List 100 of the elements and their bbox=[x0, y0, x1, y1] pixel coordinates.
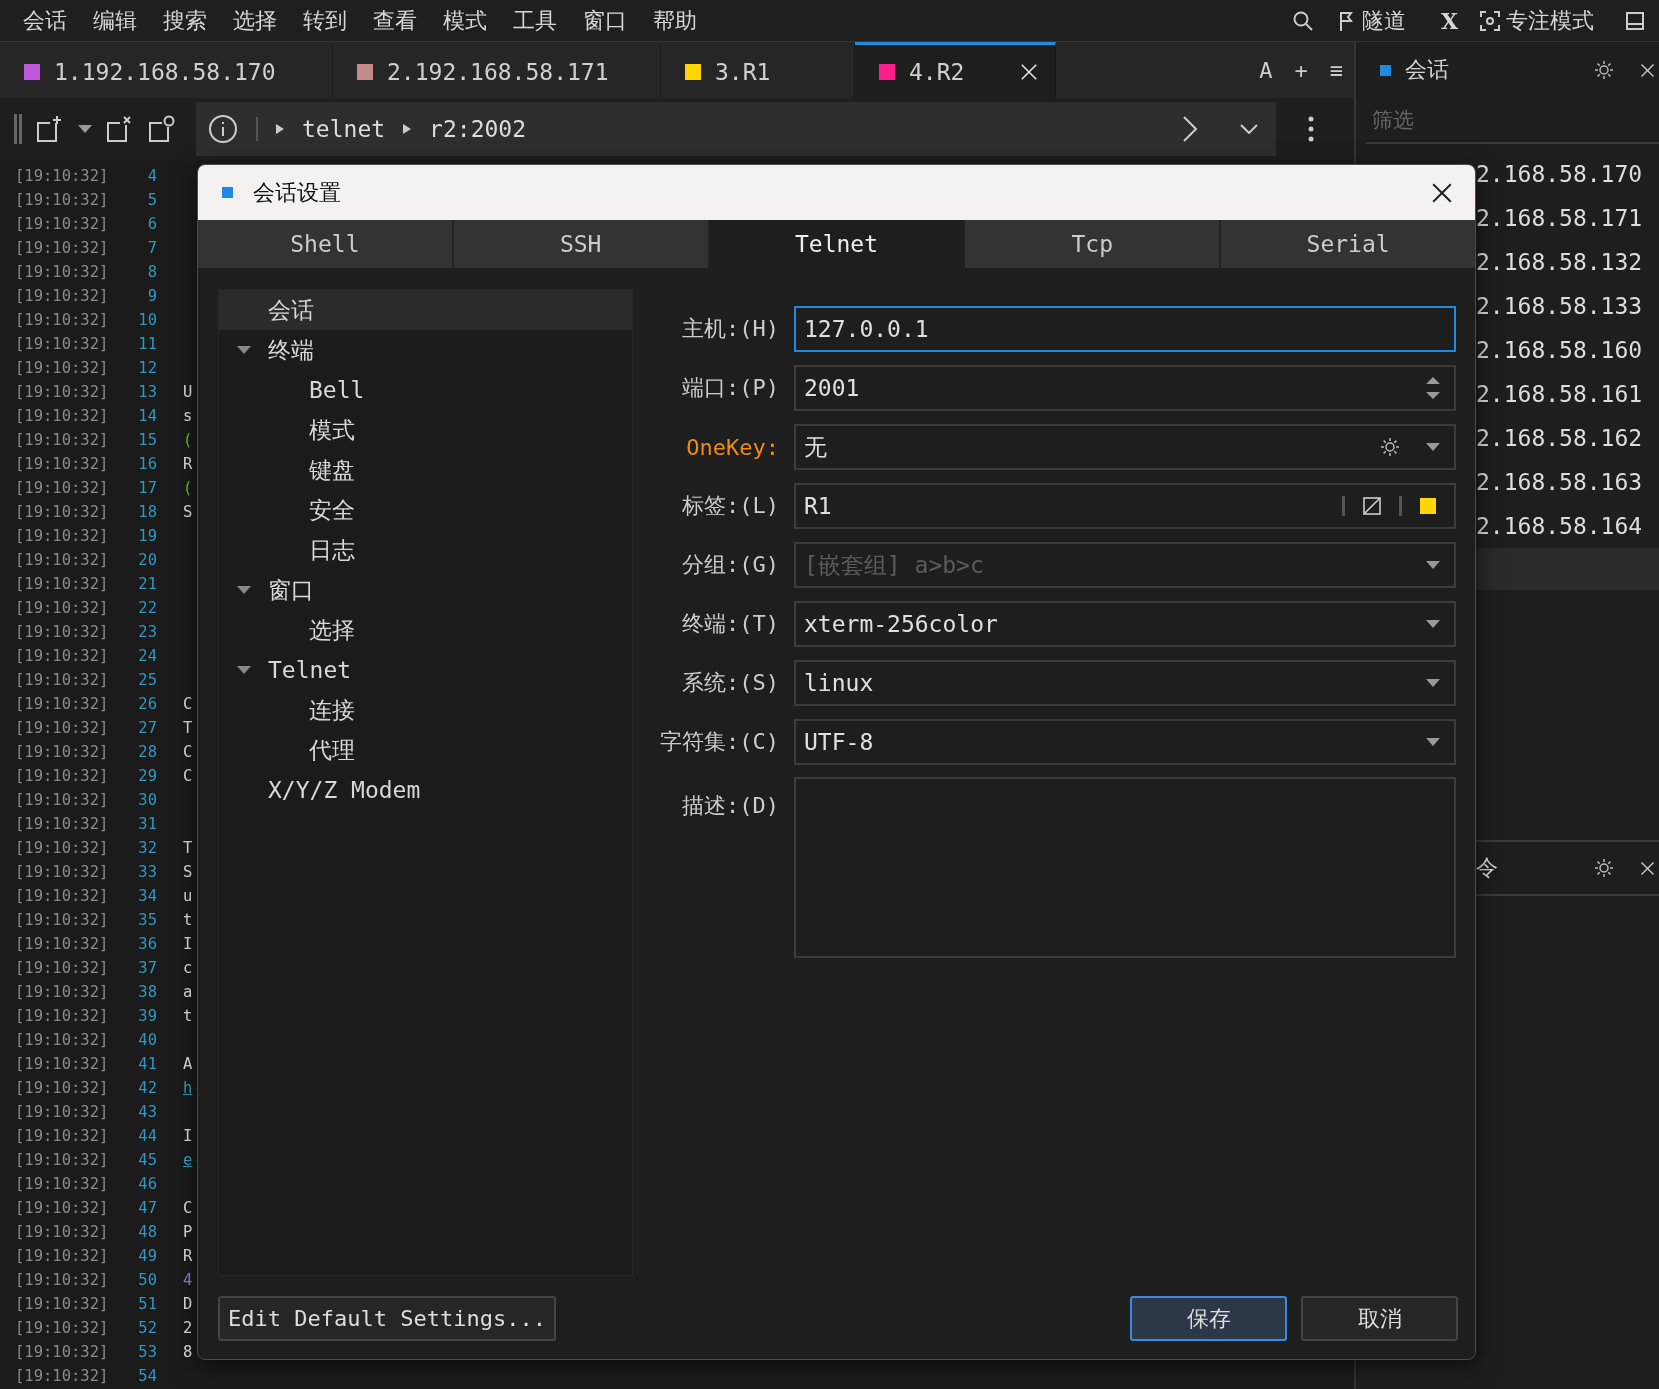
tree-item[interactable]: 窗口 bbox=[219, 570, 632, 610]
line-number: 7 bbox=[146, 239, 157, 257]
close-icon[interactable] bbox=[1431, 181, 1453, 204]
grip-icon[interactable] bbox=[14, 114, 22, 144]
dialog-tab[interactable]: Shell bbox=[198, 220, 454, 268]
terminal-text: 8 bbox=[183, 1343, 193, 1361]
timestamp: [19:10:32] bbox=[15, 1295, 110, 1313]
breadcrumb[interactable]: telnet bbox=[302, 116, 386, 142]
session-tab[interactable]: 4.R2 bbox=[855, 42, 1056, 98]
tab-label: 1.192.168.58.170 bbox=[54, 58, 276, 85]
text-field[interactable]: 127.0.0.1 bbox=[794, 306, 1456, 352]
line-number: 13 bbox=[137, 383, 157, 401]
menu-item[interactable]: 会话 bbox=[10, 5, 80, 36]
dropdown-caret-icon[interactable] bbox=[1426, 443, 1440, 451]
dropdown-caret-icon[interactable] bbox=[1426, 620, 1440, 628]
tree-item[interactable]: 模式 bbox=[219, 410, 632, 450]
spinner-arrows-icon[interactable] bbox=[1426, 375, 1440, 401]
tab-action[interactable]: A bbox=[1248, 57, 1284, 83]
tree-item[interactable]: 连接 bbox=[219, 690, 632, 730]
tree-item[interactable]: Bell bbox=[219, 370, 632, 410]
chevron-down-icon[interactable] bbox=[1240, 124, 1258, 134]
tree-item[interactable]: 安全 bbox=[219, 490, 632, 530]
menu-item[interactable]: 编辑 bbox=[80, 5, 150, 36]
terminal-text: T bbox=[183, 839, 193, 857]
terminal-link[interactable]: h bbox=[183, 1079, 193, 1097]
tab-action[interactable]: ≡ bbox=[1318, 57, 1354, 83]
tree-item[interactable]: Telnet bbox=[219, 650, 632, 690]
terminal-text: C bbox=[183, 767, 193, 785]
breadcrumb[interactable]: r2:2002 bbox=[429, 116, 527, 142]
menu-item[interactable]: 选择 bbox=[220, 5, 290, 36]
line-number: 34 bbox=[137, 887, 157, 905]
dropdown[interactable]: 无 bbox=[794, 424, 1456, 470]
timestamp: [19:10:32] bbox=[15, 839, 110, 857]
menu-item[interactable]: 转到 bbox=[290, 5, 360, 36]
terminal-text: P bbox=[183, 1223, 193, 1241]
line-number: 33 bbox=[137, 863, 157, 881]
timestamp: [19:10:32] bbox=[15, 1055, 110, 1073]
timestamp: [19:10:32] bbox=[15, 647, 110, 665]
more-icon[interactable] bbox=[1308, 116, 1314, 142]
line-number: 11 bbox=[137, 335, 157, 353]
menu-item[interactable]: 模式 bbox=[430, 5, 500, 36]
color-swatch[interactable] bbox=[1420, 498, 1436, 514]
tree-item[interactable]: 键盘 bbox=[219, 450, 632, 490]
tree-item[interactable]: X/Y/Z Modem bbox=[219, 770, 632, 810]
edit-defaults-button[interactable]: Edit Default Settings... bbox=[218, 1296, 556, 1341]
chevron-right-icon[interactable] bbox=[1182, 115, 1198, 143]
no-color-icon[interactable] bbox=[1363, 497, 1381, 515]
description-field[interactable] bbox=[794, 777, 1456, 958]
dialog-tab[interactable]: Telnet bbox=[709, 220, 966, 268]
new-tab-icon[interactable] bbox=[36, 115, 64, 143]
menu-item[interactable]: 搜索 bbox=[150, 5, 220, 36]
line-number: 36 bbox=[137, 935, 157, 953]
timestamp: [19:10:32] bbox=[15, 1079, 110, 1097]
dropdown-caret-icon[interactable] bbox=[1426, 738, 1440, 746]
save-button[interactable]: 保存 bbox=[1130, 1296, 1287, 1341]
settings-icon[interactable] bbox=[1594, 60, 1614, 80]
menu-item[interactable]: 查看 bbox=[360, 5, 430, 36]
menu-item[interactable]: 窗口 bbox=[570, 5, 640, 36]
dropdown[interactable]: linux bbox=[794, 660, 1456, 706]
terminal-text: C bbox=[183, 695, 193, 713]
x-menu[interactable]: X bbox=[1418, 7, 1480, 34]
field-label: 字符集:(C) bbox=[659, 728, 779, 756]
settings-icon[interactable] bbox=[1380, 437, 1400, 457]
search-icon[interactable] bbox=[1291, 9, 1314, 32]
focus-mode-menu[interactable]: 专注模式 bbox=[1500, 5, 1607, 36]
dropdown-caret-icon[interactable] bbox=[78, 125, 92, 133]
close-window-icon[interactable] bbox=[106, 115, 134, 143]
terminal-text: ( bbox=[183, 431, 193, 449]
cancel-button[interactable]: 取消 bbox=[1301, 1296, 1458, 1341]
settings-icon[interactable] bbox=[1594, 858, 1614, 878]
timestamp: [19:10:32] bbox=[15, 719, 110, 737]
tree-item[interactable]: 选择 bbox=[219, 610, 632, 650]
tab-action[interactable]: + bbox=[1283, 57, 1319, 83]
line-number: 27 bbox=[137, 719, 157, 737]
focus-icon[interactable] bbox=[1480, 10, 1500, 31]
flag-icon[interactable] bbox=[1337, 9, 1356, 32]
tree-item[interactable]: 日志 bbox=[219, 530, 632, 570]
window-dot-icon[interactable] bbox=[148, 115, 176, 143]
tree-item[interactable]: 终端 bbox=[219, 330, 632, 370]
terminal-text: S bbox=[183, 503, 193, 521]
dialog-tab[interactable]: Tcp bbox=[965, 220, 1222, 268]
menu-item[interactable]: 工具 bbox=[500, 5, 570, 36]
terminal-link[interactable]: e bbox=[183, 1151, 193, 1169]
dropdown-caret-icon[interactable] bbox=[1426, 561, 1440, 569]
line-number: 25 bbox=[137, 671, 157, 689]
dropdown[interactable]: xterm-256color bbox=[794, 601, 1456, 647]
tree-item[interactable]: 会话 bbox=[219, 290, 632, 330]
tunnel-menu[interactable]: 隧道 bbox=[1355, 5, 1419, 36]
tag-field[interactable]: R1 bbox=[794, 483, 1456, 529]
number-field[interactable]: 2001 bbox=[794, 365, 1456, 411]
menu-item[interactable]: 帮助 bbox=[640, 5, 710, 36]
dropdown-caret-icon[interactable] bbox=[1426, 679, 1440, 687]
address-bar[interactable]: telnet r2:2002 bbox=[196, 102, 1276, 156]
terminal-text: S bbox=[183, 863, 193, 881]
field-label: 系统:(S) bbox=[681, 669, 779, 697]
info-icon[interactable] bbox=[208, 114, 238, 144]
window-icon[interactable] bbox=[1625, 10, 1645, 31]
dropdown[interactable]: UTF-8 bbox=[794, 719, 1456, 765]
tree-item[interactable]: 代理 bbox=[219, 730, 632, 770]
dialog-tab[interactable]: Serial bbox=[1221, 220, 1475, 268]
